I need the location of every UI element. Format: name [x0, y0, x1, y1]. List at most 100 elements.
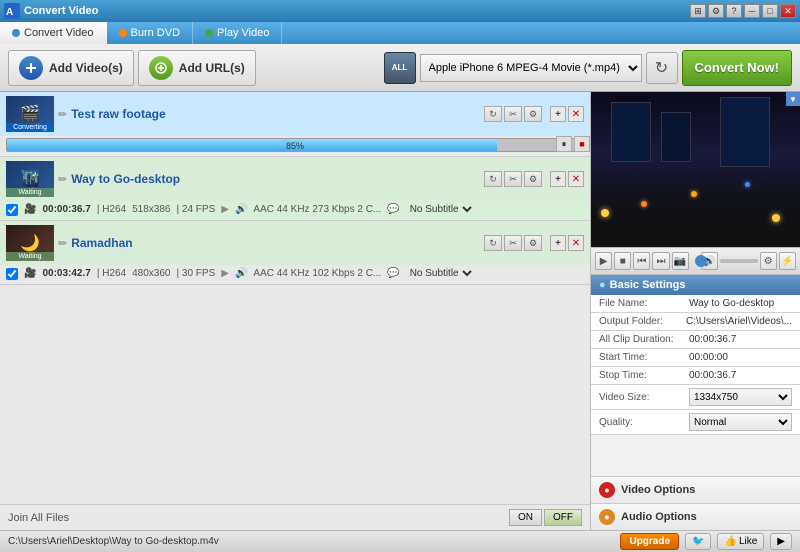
video-status-2: Waiting [6, 188, 54, 197]
app-icon: A [4, 3, 20, 19]
add-item-2[interactable]: + [550, 171, 566, 187]
refresh-button[interactable]: ↻ [646, 52, 678, 84]
add-video-button[interactable]: Add Video(s) [8, 50, 134, 86]
upgrade-button[interactable]: Upgrade [620, 533, 679, 550]
player-settings-btn[interactable]: ⚙ [760, 252, 777, 270]
window-controls: ⊞ ⚙ ? ─ □ ✕ [690, 4, 796, 18]
item-codec-3: | H264 [97, 268, 126, 279]
tab-play[interactable]: Play Video [193, 22, 282, 44]
item-res-2: 518x386 [132, 204, 170, 215]
join-off-btn[interactable]: OFF [544, 509, 582, 526]
stop-btn-1[interactable]: ■ [574, 136, 590, 152]
settings-icon-btn[interactable]: ⚙ [708, 4, 724, 18]
left-panel-spacer [0, 285, 590, 504]
output-label: Output Folder: [599, 316, 686, 327]
progress-fill-1 [7, 139, 497, 151]
settings-header-label: Basic Settings [610, 279, 686, 291]
stop-player-btn[interactable]: ■ [614, 252, 631, 270]
tab-convert[interactable]: Convert Video [0, 22, 107, 44]
item-audio-3: AAC 44 KHz 102 Kbps 2 C... [253, 268, 381, 279]
item-subtitle-2[interactable]: No Subtitle [406, 203, 475, 216]
item-fps-2: | 24 FPS [177, 204, 216, 215]
join-on-btn[interactable]: ON [509, 509, 542, 526]
add-remove-1: + ✕ [550, 106, 584, 122]
player-more-btn[interactable]: ⚡ [779, 252, 796, 270]
convert-now-label: Convert Now! [695, 60, 780, 75]
add-item-1[interactable]: + [550, 106, 566, 122]
filename-value[interactable]: Way to Go-desktop [689, 298, 792, 309]
audio-options-btn[interactable]: ● Audio Options [591, 503, 800, 530]
play-btn[interactable]: ▶ [595, 252, 612, 270]
item-checkbox-2[interactable] [6, 204, 18, 216]
item-duration-2: 00:00:36.7 [42, 204, 90, 215]
size-select[interactable]: 1334x750 [689, 388, 792, 406]
settings-action-3[interactable]: ⚙ [524, 235, 542, 251]
video-actions-3: ↻ ✂ ⚙ [484, 235, 542, 251]
video-title-1[interactable]: Test raw footage [71, 107, 480, 121]
add-url-button[interactable]: Add URL(s) [138, 50, 256, 86]
tab-burn[interactable]: Burn DVD [107, 22, 194, 44]
output-value[interactable]: C:\Users\Ariel\Videos\... [686, 316, 792, 327]
settings-header: ● Basic Settings [591, 275, 800, 295]
screenshot-btn[interactable]: 📷 [672, 252, 689, 270]
cut-action-3[interactable]: ✂ [504, 235, 522, 251]
remove-item-3[interactable]: ✕ [568, 235, 584, 251]
close-btn[interactable]: ✕ [780, 4, 796, 18]
settings-action-1[interactable]: ⚙ [524, 106, 542, 122]
format-select[interactable]: Apple iPhone 6 MPEG-4 Movie (*.mp4) [420, 54, 642, 82]
settings-duration-row: All Clip Duration: 00:00:36.7 [591, 331, 800, 349]
add-item-3[interactable]: + [550, 235, 566, 251]
left-panel: 🎬 Converting ✏ Test raw footage ↻ ✂ ⚙ + … [0, 92, 590, 530]
remove-item-1[interactable]: ✕ [568, 106, 584, 122]
progress-row-1: 85% ⏸ ■ [0, 136, 590, 156]
add-remove-3: + ✕ [550, 235, 584, 251]
item-checkbox-3[interactable] [6, 268, 18, 280]
tabbar: Convert Video Burn DVD Play Video [0, 22, 800, 44]
refresh-action-1[interactable]: ↻ [484, 106, 502, 122]
slider-thumb [695, 255, 707, 267]
twitter-button[interactable]: 🐦 [685, 533, 711, 550]
arrow-button[interactable]: ▶ [770, 533, 792, 550]
item-codec-2: | H264 [97, 204, 126, 215]
stop-value[interactable]: 00:00:36.7 [689, 370, 792, 381]
settings-action-2[interactable]: ⚙ [524, 171, 542, 187]
refresh-action-3[interactable]: ↻ [484, 235, 502, 251]
progress-bar-1: 85% [6, 138, 584, 152]
item-subtitle-3[interactable]: No Subtitle [406, 267, 475, 280]
arrow-icon: ▶ [777, 536, 785, 547]
video-actions-1: ↻ ✂ ⚙ [484, 106, 542, 122]
next-frame-btn[interactable]: ⏭ [652, 252, 669, 270]
quality-select[interactable]: Normal [689, 413, 792, 431]
volume-slider[interactable] [720, 259, 758, 263]
toolbar-icon-btn[interactable]: ⊞ [690, 4, 706, 18]
video-item-2-header: 🌃 Waiting ✏ Way to Go-desktop ↻ ✂ ⚙ + ✕ [0, 157, 590, 201]
settings-output-row: Output Folder: C:\Users\Ariel\Videos\... [591, 313, 800, 331]
item-res-3: 480x360 [132, 268, 170, 279]
status-path: C:\Users\Ariel\Desktop\Way to Go-desktop… [8, 536, 612, 547]
join-label: Join All Files [8, 512, 69, 524]
twitter-icon: 🐦 [692, 536, 704, 547]
item-details-3: 🎥 00:03:42.7 | H264 480x360 | 30 FPS ▶ 🔊… [0, 265, 590, 284]
start-value[interactable]: 00:00:00 [689, 352, 792, 363]
video-options-btn[interactable]: ● Video Options [591, 476, 800, 503]
tab-dot-burn [119, 29, 127, 37]
cut-action-1[interactable]: ✂ [504, 106, 522, 122]
pause-btn-1[interactable]: ⏸ [556, 136, 572, 152]
refresh-action-2[interactable]: ↻ [484, 171, 502, 187]
remove-item-2[interactable]: ✕ [568, 171, 584, 187]
help-btn[interactable]: ? [726, 4, 742, 18]
progress-controls-1: ⏸ ■ [556, 136, 590, 152]
maximize-btn[interactable]: □ [762, 4, 778, 18]
minimize-btn[interactable]: ─ [744, 4, 760, 18]
tab-convert-label: Convert Video [24, 27, 94, 39]
preview-menu-btn[interactable]: ▼ [786, 92, 800, 106]
video-title-3[interactable]: Ramadhan [71, 236, 480, 250]
item-details-2: 🎥 00:00:36.7 | H264 518x386 | 24 FPS ▶ 🔊… [0, 201, 590, 220]
prev-frame-btn[interactable]: ⏮ [633, 252, 650, 270]
right-spacer [591, 435, 800, 476]
cut-action-2[interactable]: ✂ [504, 171, 522, 187]
add-url-label: Add URL(s) [179, 61, 245, 75]
facebook-button[interactable]: 👍 Like [717, 533, 764, 550]
convert-now-button[interactable]: Convert Now! [682, 50, 793, 86]
video-title-2[interactable]: Way to Go-desktop [71, 172, 480, 186]
